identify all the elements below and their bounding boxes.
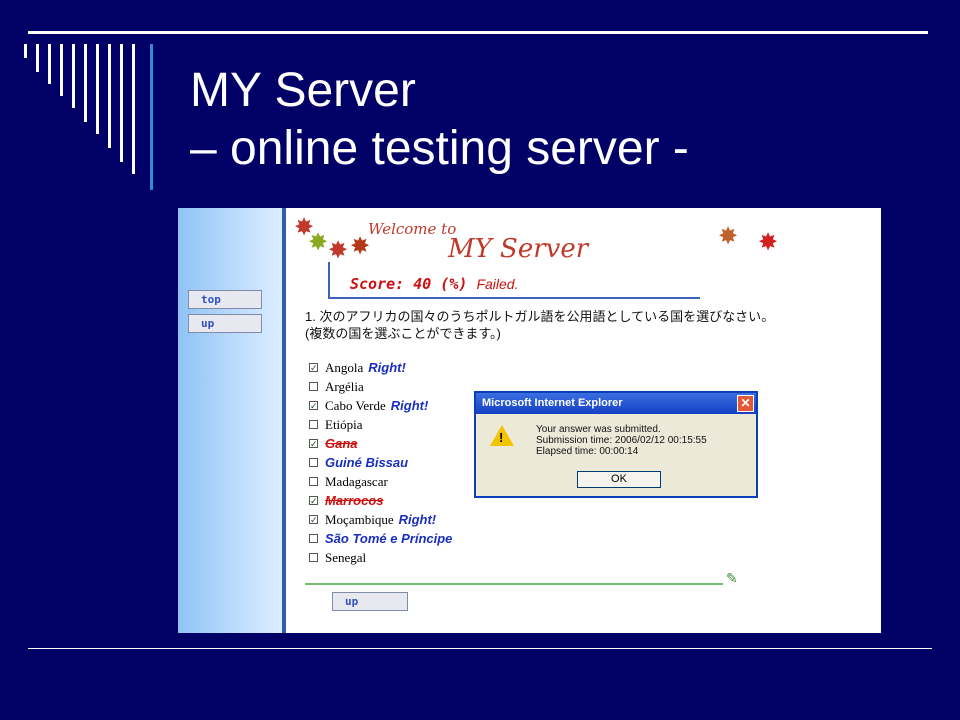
- decorative-bars: [24, 44, 164, 194]
- slide-title: MY Server – online testing server -: [190, 62, 689, 178]
- question-text: 1. 次のアフリカの国々のうちポルトガル語を公用語としている国を選びなさい。 (…: [305, 308, 774, 342]
- alert-dialog: Microsoft Internet Explorer ✕ ! Your ans…: [474, 391, 758, 498]
- top-rule: [28, 31, 928, 34]
- bottom-rule: [28, 648, 932, 649]
- slide-title-line2: – online testing server -: [190, 122, 689, 175]
- option-sao-tome: São Tomé e Príncipe: [309, 529, 452, 548]
- score-value: Score: 40 (%): [350, 275, 468, 293]
- option-argelia: Argélia: [309, 377, 452, 396]
- score-display: Score: 40 (%) Failed.: [350, 275, 518, 293]
- maple-leaf-icon: ✸: [328, 237, 349, 264]
- option-gana: ✓ Gana: [309, 436, 358, 451]
- option-angola: ✓ Angola Right!: [309, 360, 406, 375]
- answer-options: ✓ Angola Right! Argélia ✓ Cabo Verde Right! …: [309, 358, 452, 567]
- welcome-banner: Welcome to MY Server: [368, 220, 588, 264]
- checkbox[interactable]: ✓: [309, 401, 318, 411]
- option-etiopia: Etiópia: [309, 415, 452, 434]
- dialog-title: Microsoft Internet Explorer: [482, 397, 623, 409]
- option-guine-bissau: Guiné Bissau: [309, 453, 452, 472]
- checkbox[interactable]: [309, 458, 318, 467]
- option-mocambique: ✓ Moçambique Right!: [309, 512, 437, 527]
- dialog-line2: Submission time: 2006/02/12 00:15:55: [536, 435, 707, 446]
- checkbox[interactable]: ✓: [309, 515, 318, 525]
- top-button[interactable]: top: [188, 290, 262, 309]
- close-icon[interactable]: ✕: [737, 395, 754, 412]
- slide-title-line1: MY Server: [190, 64, 416, 117]
- left-nav-pane: top up: [178, 208, 282, 633]
- checkbox[interactable]: ✓: [309, 496, 318, 506]
- checkbox[interactable]: [309, 477, 318, 486]
- right-mark: Right!: [398, 512, 437, 527]
- checkbox[interactable]: ✓: [309, 363, 318, 373]
- browser-screenshot: top up ✸ ✸ ✸ ✸ ✸ ✸ Welcome to MY Server …: [178, 208, 881, 633]
- checkbox[interactable]: [309, 553, 318, 562]
- frame-divider: [282, 208, 286, 633]
- pencil-icon: ✎: [726, 570, 738, 586]
- warning-icon-mark: !: [499, 430, 504, 445]
- up-button-bottom[interactable]: up: [332, 592, 408, 611]
- maple-leaf-icon: ✸: [758, 229, 779, 256]
- option-madagascar: Madagascar: [309, 472, 452, 491]
- checkbox[interactable]: [309, 420, 318, 429]
- option-cabo-verde: ✓ Cabo Verde Right!: [309, 398, 429, 413]
- checkbox[interactable]: [309, 382, 318, 391]
- option-marrocos: ✓ Marrocos: [309, 493, 384, 508]
- dialog-line1: Your answer was submitted.: [536, 424, 661, 435]
- ok-button[interactable]: OK: [577, 471, 661, 488]
- question-line2: (複数の国を選ぶことができます。): [305, 326, 501, 341]
- question-line1: 1. 次のアフリカの国々のうちポルトガル語を公用語としている国を選びなさい。: [305, 309, 775, 324]
- up-button[interactable]: up: [188, 314, 262, 333]
- dialog-message: Your answer was submitted. Submission ti…: [536, 424, 707, 457]
- server-logo-text: MY Server: [448, 234, 589, 264]
- maple-leaf-icon: ✸: [718, 223, 739, 250]
- maple-leaf-icon: ✸: [308, 229, 329, 256]
- score-status: Failed.: [476, 276, 519, 292]
- dialog-titlebar: Microsoft Internet Explorer ✕: [476, 393, 756, 414]
- option-senegal: Senegal: [309, 548, 452, 567]
- divider-line: [305, 583, 723, 585]
- right-mark: Right!: [368, 360, 406, 375]
- checkbox[interactable]: ✓: [309, 439, 318, 449]
- dialog-line3: Elapsed time: 00:00:14: [536, 446, 639, 457]
- checkbox[interactable]: [309, 534, 318, 543]
- right-mark: Right!: [390, 398, 429, 413]
